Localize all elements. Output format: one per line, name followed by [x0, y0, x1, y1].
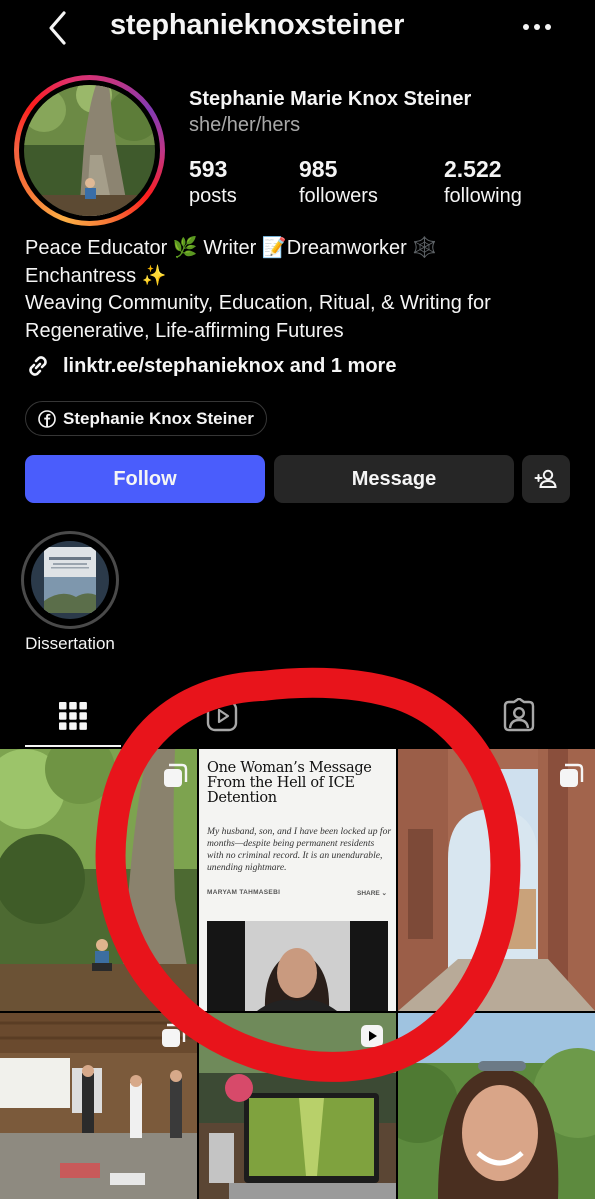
chevron-left-icon — [49, 11, 66, 45]
tab-tagged[interactable] — [494, 692, 544, 740]
profile-full-name: Stephanie Marie Knox Steiner she/her/her… — [189, 86, 549, 138]
multiple-posts-icon — [164, 763, 188, 787]
bio-link[interactable]: linktr.ee/stephanieknox and 1 more — [25, 353, 396, 379]
follow-button[interactable]: Follow — [25, 455, 265, 503]
suggest-people-button[interactable] — [522, 455, 570, 503]
followers-stat[interactable]: 985 followers — [299, 155, 378, 209]
facebook-icon — [38, 409, 56, 428]
active-tab-indicator — [25, 745, 121, 747]
bio-line: Weaving Community, Education, Ritual, & … — [25, 292, 491, 314]
posts-label: posts — [189, 185, 237, 207]
avatar — [24, 85, 155, 216]
multiple-posts-icon — [560, 763, 584, 787]
back-button[interactable] — [38, 8, 78, 48]
post-tile[interactable]: One Woman’s Message From the Hell of ICE… — [199, 749, 396, 1011]
posts-count: 593 — [189, 156, 228, 182]
followers-label: followers — [299, 185, 378, 207]
article-subheading: My husband, son, and I have been locked … — [207, 826, 392, 873]
reels-icon — [206, 700, 238, 732]
posts-grid: One Woman’s Message From the Hell of ICE… — [0, 749, 595, 1199]
more-options-button[interactable] — [515, 14, 559, 40]
full-name-text: Stephanie Marie Knox Steiner — [189, 88, 472, 110]
post-tile[interactable] — [199, 1013, 396, 1199]
article-portrait — [207, 921, 388, 1011]
highlight-label: Dissertation — [25, 634, 115, 653]
article-share: SHARE ⌄ — [357, 890, 388, 897]
following-count: 2.522 — [444, 156, 502, 182]
following-label: following — [444, 185, 522, 207]
post-tile[interactable] — [398, 749, 595, 1011]
highlight-dissertation[interactable] — [21, 531, 119, 629]
pronouns: she/her/hers — [189, 114, 301, 136]
article-author: MARYAM TAHMASEBI — [207, 889, 281, 896]
profile-header: stephanieknoxsteiner — [0, 0, 595, 55]
reel-icon — [361, 1025, 383, 1047]
bio-line: Regenerative, Life-affirming Futures — [25, 319, 344, 342]
tagged-person-icon — [503, 698, 535, 732]
posts-stat[interactable]: 593 posts — [189, 155, 237, 209]
profile-username: stephanieknoxsteiner — [110, 9, 405, 41]
more-dots-icon — [523, 24, 551, 30]
post-image — [398, 1013, 595, 1199]
post-tile[interactable] — [0, 749, 197, 1011]
facebook-chip-label: Stephanie Knox Steiner — [63, 408, 254, 428]
tab-posts-grid[interactable] — [48, 692, 98, 740]
story-ring[interactable] — [14, 75, 165, 226]
link-text: linktr.ee/stephanieknox and 1 more — [63, 354, 397, 377]
facebook-profile-chip[interactable]: Stephanie Knox Steiner — [25, 401, 267, 436]
followers-count: 985 — [299, 156, 338, 182]
add-person-icon — [534, 469, 557, 488]
highlight-cover — [31, 541, 109, 619]
link-icon — [29, 356, 47, 376]
tab-reels[interactable] — [197, 692, 247, 740]
post-tile[interactable] — [398, 1013, 595, 1199]
message-button[interactable]: Message — [274, 455, 514, 503]
following-stat[interactable]: 2.522 following — [444, 155, 522, 209]
post-tile[interactable] — [0, 1013, 197, 1199]
bio-line: Enchantress ✨ — [25, 264, 167, 287]
article-headline: One Woman’s Message From the Hell of ICE… — [207, 760, 372, 806]
multiple-posts-icon — [162, 1023, 186, 1047]
bio-line: Peace Educator 🌿 Writer 📝Dreamworker 🕸️ — [25, 237, 438, 259]
profile-bio: Peace Educator 🌿 Writer 📝Dreamworker 🕸️ … — [25, 235, 585, 345]
grid-icon — [59, 702, 87, 730]
